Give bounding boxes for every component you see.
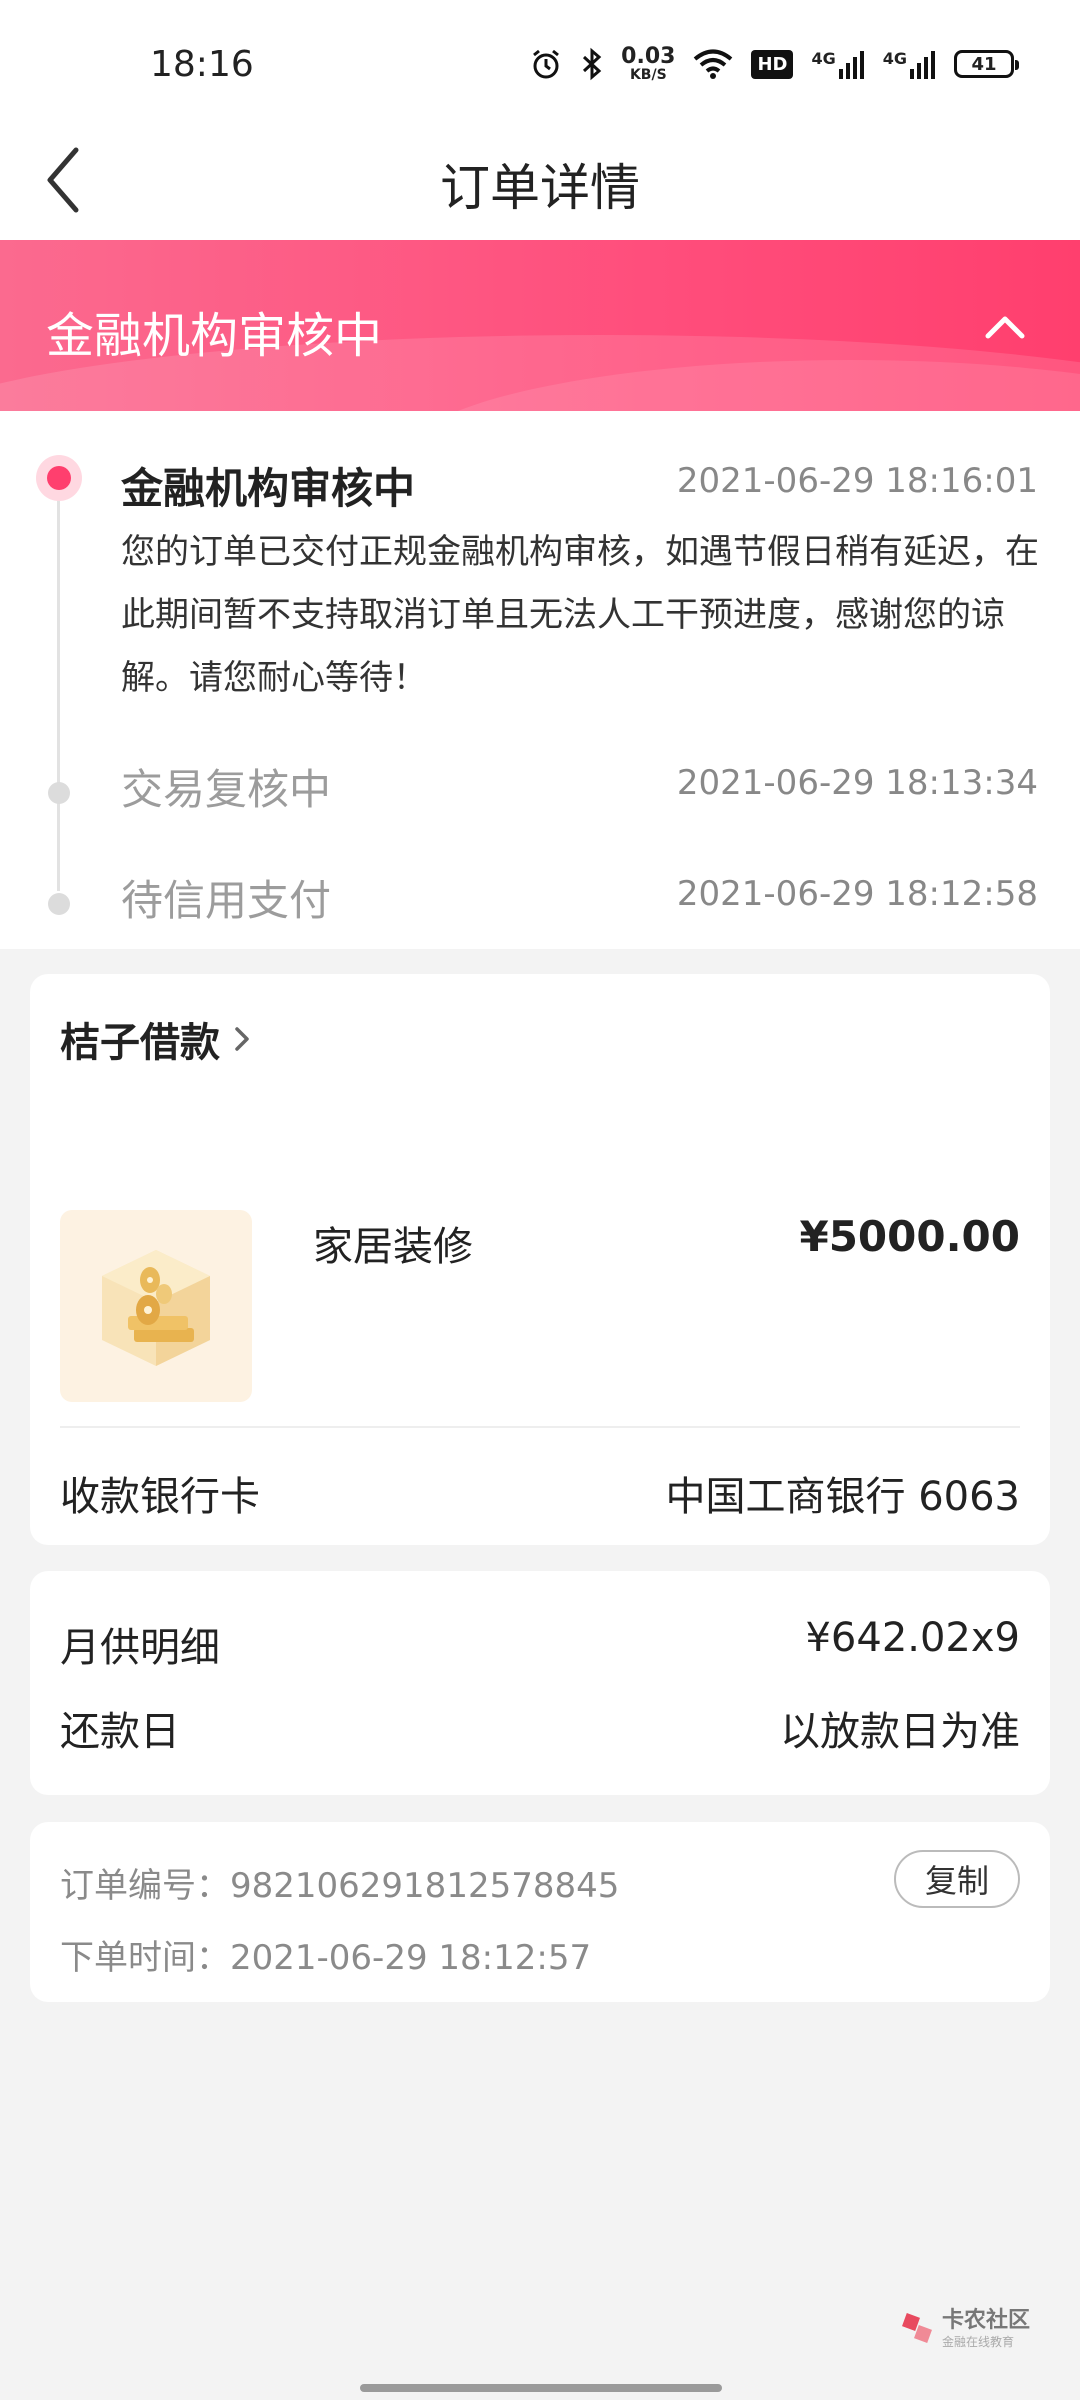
timeline-title: 交易复核中: [121, 765, 332, 814]
bluetooth-icon: [583, 47, 602, 81]
order-timeline: 金融机构审核中 2021-06-29 18:16:01 您的订单已交付正规金融机…: [0, 411, 1080, 949]
watermark-logo-icon: [902, 2313, 932, 2343]
watermark: 卡农社区 金融在线教育: [900, 2310, 1030, 2348]
watermark-text: 卡农社区: [942, 2308, 1031, 2333]
signal-icon: [838, 51, 864, 79]
net-speed: 0.03 KB/S: [621, 44, 676, 83]
battery-level: 41: [971, 53, 997, 75]
timeline-dot-active: [36, 455, 82, 501]
product-price: ¥5000.00: [799, 1212, 1020, 1261]
repayment-card: 月供明细 ¥642.02x9 还款日 以放款日为准: [30, 1571, 1050, 1795]
net-speed-value: 0.03: [621, 44, 676, 69]
timeline-dot: [48, 893, 70, 915]
signal-4g-2: 4G: [883, 49, 936, 79]
timeline-time: 2021-06-29 18:16:01: [676, 461, 1038, 501]
order-time: 下单时间：2021-06-29 18:12:57: [60, 1938, 592, 1978]
chevron-right-icon: [235, 1027, 249, 1051]
banner-title: 金融机构审核中: [46, 308, 383, 364]
signal-label: 4G: [811, 49, 836, 68]
order-number: 订单编号：982106291812578845: [60, 1866, 620, 1906]
copy-button[interactable]: 复制: [894, 1850, 1020, 1908]
home-indicator[interactable]: [360, 2384, 722, 2392]
product-image: [60, 1210, 252, 1402]
lender-link[interactable]: 桔子借款: [60, 1010, 252, 1068]
signal-4g-1: 4G: [811, 49, 864, 79]
status-icons: 0.03 KB/S HD 4G 4G 41: [529, 40, 1019, 88]
timeline-line: [57, 481, 60, 891]
timeline-title: 金融机构审核中: [121, 464, 416, 513]
wifi-icon: [694, 49, 733, 79]
gold-coins-box-icon: [102, 1250, 210, 1366]
nav-bar: 订单详情: [0, 120, 1080, 240]
net-speed-unit: KB/S: [629, 67, 667, 83]
lender-name: 桔子借款: [60, 1020, 220, 1066]
watermark-subtext: 金融在线教育: [942, 2335, 1015, 2349]
signal-label: 4G: [882, 49, 907, 68]
hd-icon: HD: [751, 49, 794, 79]
timeline-title: 待信用支付: [121, 876, 332, 925]
page-title: 订单详情: [440, 159, 640, 217]
status-bar: 18:16 0.03 KB/S HD 4G 4G 41: [0, 0, 1080, 120]
status-banner: 金融机构审核中: [0, 240, 1080, 411]
order-meta-card: 订单编号：982106291812578845 复制 下单时间：2021-06-…: [30, 1822, 1050, 2002]
status-time: 18:16: [150, 44, 254, 85]
timeline-time: 2021-06-29 18:13:34: [676, 763, 1038, 803]
order-card: 桔子借款 家居装修 ¥5000.00 收款银行卡 中国工商银行 6063: [30, 974, 1050, 1545]
battery-icon: 41: [954, 50, 1019, 78]
timeline-dot: [48, 782, 70, 804]
timeline-time: 2021-06-29 18:12:58: [676, 874, 1038, 914]
collapse-button[interactable]: [970, 292, 1040, 362]
bank-card-value: 中国工商银行 6063: [665, 1474, 1020, 1520]
timeline-description: 您的订单已交付正规金融机构审核，如遇节假日稍有延迟，在此期间暂不支持取消订单且无…: [121, 532, 1039, 698]
bank-card-label: 收款银行卡: [60, 1474, 260, 1520]
alarm-icon: [533, 49, 560, 79]
repayment-day-label: 还款日: [60, 1709, 180, 1755]
signal-icon: [910, 51, 935, 79]
monthly-payment-label: 月供明细: [60, 1625, 220, 1671]
monthly-payment-value: ¥642.02x9: [805, 1615, 1020, 1661]
product-name: 家居装修: [313, 1224, 473, 1270]
chevron-up-icon: [985, 316, 1025, 339]
repayment-day-value: 以放款日为准: [780, 1709, 1020, 1755]
divider: [60, 1426, 1020, 1428]
